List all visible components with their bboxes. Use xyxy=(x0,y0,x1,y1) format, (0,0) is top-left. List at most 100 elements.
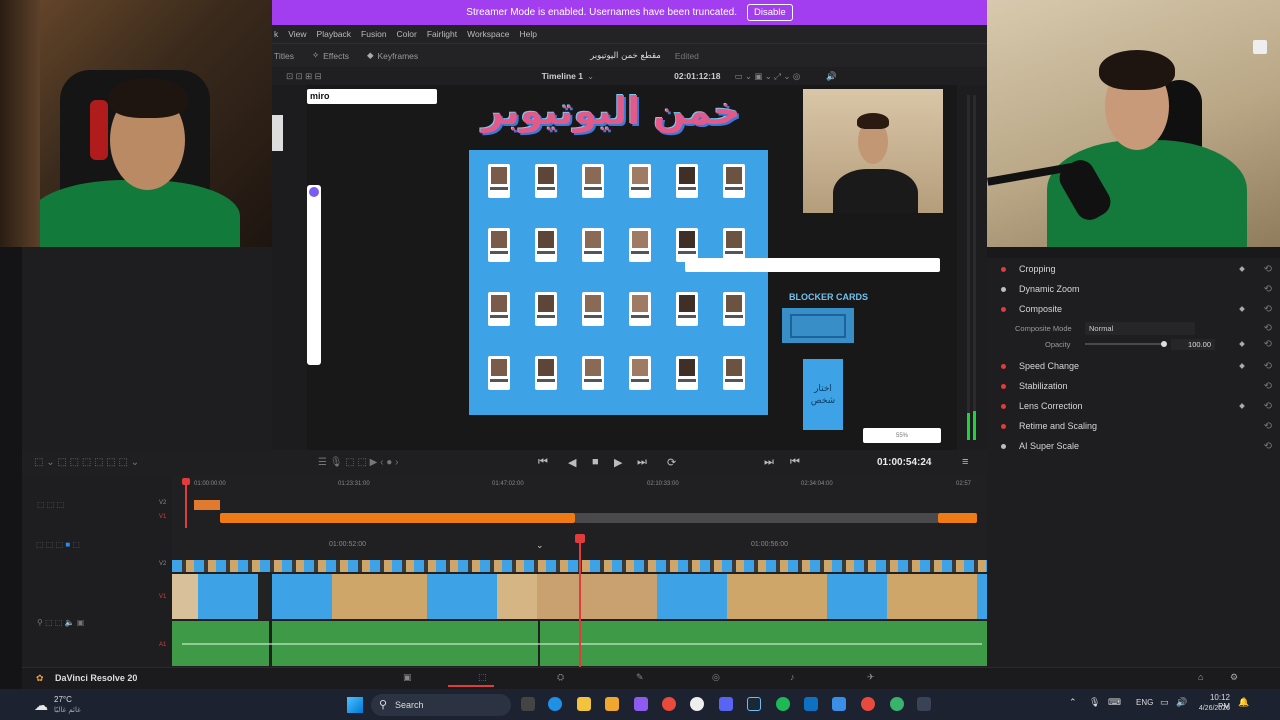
v1-clip-main[interactable] xyxy=(220,513,575,523)
reset-icon[interactable]: ⟲ xyxy=(1264,421,1272,432)
lower-playhead[interactable] xyxy=(579,540,581,667)
language-indicator[interactable]: ENG xyxy=(1136,698,1153,707)
active-app-icon[interactable] xyxy=(917,697,931,711)
menu-item-fusion[interactable]: Fusion xyxy=(361,29,387,39)
menu-item-workspace[interactable]: Workspace xyxy=(467,29,509,39)
menu-item-color[interactable]: Color xyxy=(397,29,417,39)
titles-button[interactable]: Titles xyxy=(274,51,294,61)
prev-edit-icon[interactable]: ⏮ xyxy=(790,456,800,469)
keyframe-icon[interactable] xyxy=(1239,363,1245,369)
home-icon[interactable]: ⌂ xyxy=(1198,672,1203,682)
next-edit-icon[interactable]: ⏭ xyxy=(764,456,774,469)
track-controls-icons[interactable]: ⚲ ⬚ ⬚ 🔈 ▣ xyxy=(37,618,84,627)
viewer-tool-icons[interactable]: ⊡ ⊡ ⊞ ⊟ xyxy=(286,71,322,82)
menu-item-partial[interactable]: k xyxy=(274,29,278,39)
timeline-view-icons[interactable]: ⬚ ⬚ ⬚ ■ ⬚ xyxy=(36,540,80,549)
file-explorer-icon[interactable] xyxy=(577,697,591,711)
reset-icon[interactable]: ⟲ xyxy=(1264,381,1272,392)
app-icon-2[interactable] xyxy=(832,697,846,711)
opacity-slider-handle[interactable] xyxy=(1161,341,1167,347)
chevron-up-icon[interactable]: ⌃ xyxy=(1069,697,1077,708)
inspector-item-composite[interactable]: Composite ⟲ xyxy=(987,299,1280,319)
clock-date[interactable]: 4/26/2026 xyxy=(1190,705,1230,712)
inspector-item-speed-change[interactable]: Speed Change ⟲ xyxy=(987,356,1280,376)
spotify-icon[interactable] xyxy=(776,697,790,711)
volume-icon[interactable]: 🔊 xyxy=(1176,697,1187,708)
page-edit-icon[interactable]: ⬚ xyxy=(478,672,487,683)
obs-icon[interactable] xyxy=(690,697,704,711)
source-viewer[interactable]: miro خمن اليوتيوبر BLOCKER CARDS اختار ش… xyxy=(307,85,957,450)
enable-dot[interactable] xyxy=(1001,306,1006,312)
reset-icon[interactable]: ⟲ xyxy=(1264,339,1272,350)
weather-text[interactable]: غائم غالبًا xyxy=(54,706,81,714)
page-deliver-icon[interactable]: ✈ xyxy=(867,672,875,683)
disable-button[interactable]: Disable xyxy=(747,4,793,21)
reset-icon[interactable]: ⟲ xyxy=(1264,441,1272,452)
edit-tools-icons[interactable]: ⬚ ⌄ ⬚ ⬚ ⬚ ⬚ ⬚ ⬚ ⌄ xyxy=(34,457,139,468)
play-icon[interactable]: ▶ xyxy=(614,456,622,469)
v2-clip[interactable] xyxy=(194,500,220,510)
opacity-slider[interactable] xyxy=(1085,343,1165,345)
inspector-item-retime-scaling[interactable]: Retime and Scaling ⟲ xyxy=(987,416,1280,436)
keyboard-icon[interactable]: ⌨ xyxy=(1108,697,1121,708)
chrome-icon[interactable] xyxy=(662,697,676,711)
gear-icon[interactable]: ⚙ xyxy=(1230,672,1238,683)
network-icon[interactable]: ▭ xyxy=(1160,697,1169,708)
lower-playhead-handle[interactable] xyxy=(575,534,585,543)
task-view-icon[interactable] xyxy=(521,697,535,711)
menu-item-help[interactable]: Help xyxy=(519,29,536,39)
inspector-item-stabilization[interactable]: Stabilization ⟲ xyxy=(987,376,1280,396)
timeline-name[interactable]: Timeline 1 xyxy=(542,71,583,81)
speaker-icon[interactable]: 🔊 xyxy=(826,71,837,82)
inspector-item-ai-super-scale[interactable]: AI Super Scale ⟲ xyxy=(987,436,1280,456)
loop-icon[interactable]: ⟳ xyxy=(667,456,676,469)
inspector-item-dynamic-zoom[interactable]: Dynamic Zoom ⟲ xyxy=(987,279,1280,299)
enable-dot[interactable] xyxy=(1001,363,1006,369)
upper-playhead[interactable] xyxy=(185,480,187,528)
edge-icon[interactable] xyxy=(548,697,562,711)
discord-icon[interactable] xyxy=(719,697,733,711)
go-start-icon[interactable]: ⏮ xyxy=(538,456,548,469)
notification-icon[interactable]: 🔔 xyxy=(1238,697,1249,708)
reset-icon[interactable]: ⟲ xyxy=(1264,323,1272,334)
chrome-icon-3[interactable] xyxy=(890,697,904,711)
menu-icon[interactable]: ≡ xyxy=(962,456,968,468)
keyframe-icon[interactable] xyxy=(1239,341,1245,347)
enable-dot[interactable] xyxy=(1001,403,1006,409)
windows-start-icon[interactable] xyxy=(347,697,363,713)
v1-clip-end[interactable] xyxy=(938,513,977,523)
lower-timeline[interactable]: ⬚ ⬚ ⬚ ■ ⬚ V2 V1 A1 ⚲ ⬚ ⬚ 🔈 ▣ 01:00:52:00… xyxy=(22,532,987,667)
keyframe-icon[interactable] xyxy=(1239,306,1245,312)
page-music-icon[interactable]: ♪ xyxy=(790,672,795,682)
keyframes-button[interactable]: Keyframes xyxy=(378,51,419,61)
page-fairlight-icon[interactable]: ◎ xyxy=(712,672,720,683)
trim-tools-icons[interactable]: ☰ 🎙 ⬚ ⬚ ▶ ‹ ● › xyxy=(318,457,398,468)
reset-icon[interactable]: ⟲ xyxy=(1264,284,1272,295)
keyframe-icon[interactable] xyxy=(1239,403,1245,409)
enable-dot[interactable] xyxy=(1001,266,1006,272)
app-icon[interactable] xyxy=(634,697,648,711)
taskbar-search-box[interactable]: ⚲ Search xyxy=(371,694,511,716)
enable-dot[interactable] xyxy=(1001,383,1006,389)
play-reverse-icon[interactable]: ◀ xyxy=(568,456,576,469)
steam-icon[interactable] xyxy=(747,697,761,711)
page-media-icon[interactable]: ▣ xyxy=(403,672,412,683)
keyframe-icon[interactable] xyxy=(1239,266,1245,272)
inspector-item-lens-correction[interactable]: Lens Correction ⟲ xyxy=(987,396,1280,416)
go-end-icon[interactable]: ⏭ xyxy=(637,456,647,469)
menu-item-fairlight[interactable]: Fairlight xyxy=(427,29,457,39)
track-tools-icons[interactable]: ⬚ ⬚ ⬚ xyxy=(37,500,64,509)
chevron-down-icon[interactable]: ⌄ xyxy=(536,540,544,551)
upper-timeline[interactable]: ⬚ ⬚ ⬚ V2 V1 01:00:00:00 01:23:31:00 01:4… xyxy=(22,476,987,532)
enable-dot[interactable] xyxy=(1001,423,1006,429)
enable-dot[interactable] xyxy=(1001,286,1006,292)
opacity-value[interactable]: 100.00 xyxy=(1171,338,1215,350)
reset-icon[interactable]: ⟲ xyxy=(1264,304,1272,315)
effects-button[interactable]: Effects xyxy=(323,51,349,61)
reset-icon[interactable]: ⟲ xyxy=(1264,264,1272,275)
mic-icon[interactable]: 🎙 xyxy=(1089,697,1100,708)
viewer-options-icons[interactable]: ▭ ⌄ ▣ ⌄ ⤢ ⌄ ◎ xyxy=(734,71,800,82)
menu-item-playback[interactable]: Playback xyxy=(317,29,352,39)
chevron-down-icon[interactable]: ⌄ xyxy=(587,71,594,82)
composite-mode-select[interactable]: Normal xyxy=(1085,321,1195,335)
